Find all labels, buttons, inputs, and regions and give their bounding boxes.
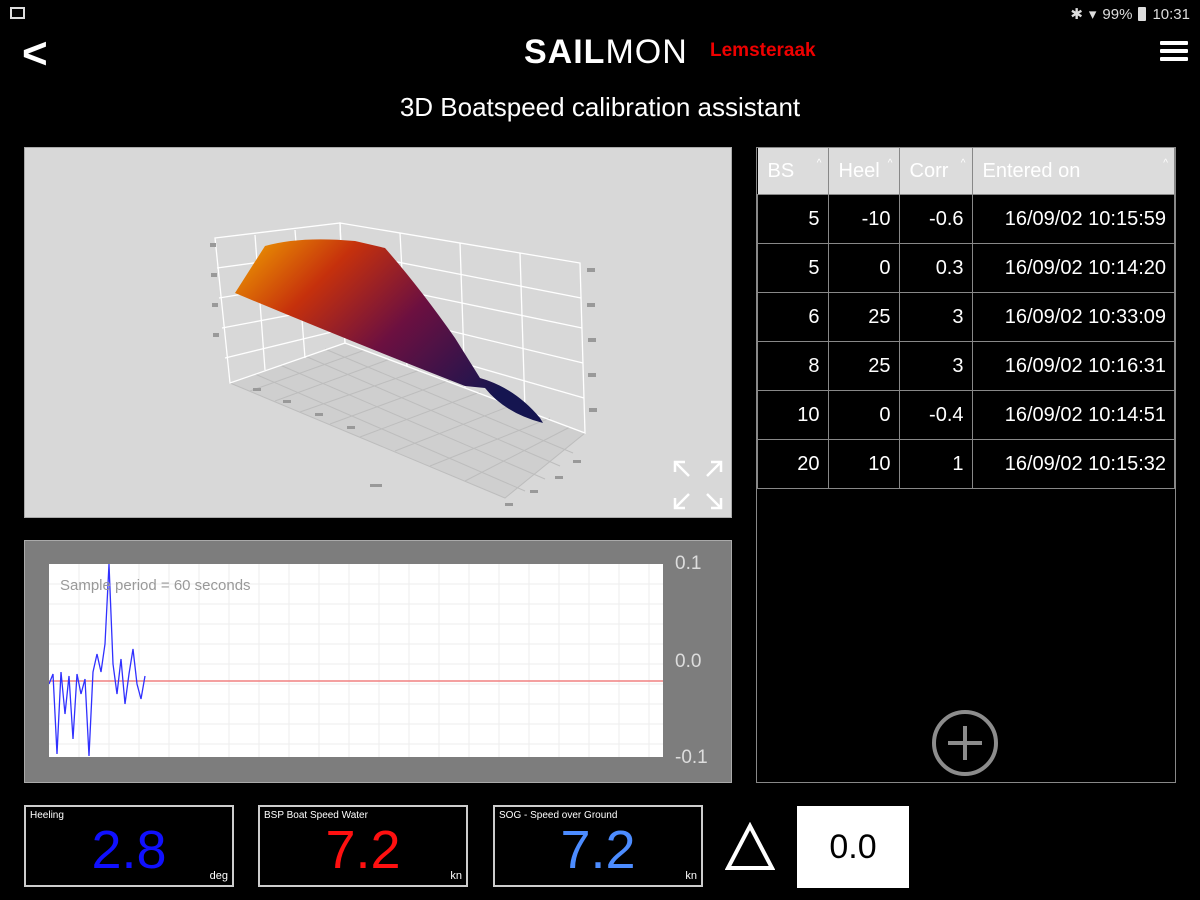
table-header-row: BS ^ Heel ^ Corr ^ Entered on ^: [757, 148, 1175, 195]
cell-heel: 25: [827, 341, 900, 391]
gauge-heeling[interactable]: Heeling 2.8 deg: [24, 805, 234, 887]
sample-period-label: Sample period = 60 seconds: [60, 577, 251, 594]
app-bar: < SAILMON Lemsteraak: [0, 30, 1200, 80]
table-row[interactable]: 20 10 1 16/09/02 10:15:32: [757, 439, 1175, 489]
cell-heel: -10: [827, 194, 900, 244]
logo-bold: SAIL: [524, 33, 606, 71]
y-tick-min: -0.1: [675, 747, 708, 768]
table-row[interactable]: 6 25 3 16/09/02 10:33:09: [757, 292, 1175, 342]
cell-entered-on: 16/09/02 10:14:51: [971, 390, 1175, 440]
cell-bs: 10: [757, 390, 829, 440]
page-title: 3D Boatspeed calibration assistant: [399, 92, 801, 122]
table-row[interactable]: 5 0 0.3 16/09/02 10:14:20: [757, 243, 1175, 293]
delta-value-box[interactable]: 0.0: [797, 806, 909, 888]
table-row[interactable]: 10 0 -0.4 16/09/02 10:14:51: [757, 390, 1175, 440]
column-header-entered-on[interactable]: Entered on ^: [972, 148, 1175, 195]
sample-graph-panel: Sample period = 60 seconds 0.1 0.0 -0.1: [24, 540, 732, 783]
cell-corr: 1: [898, 439, 973, 489]
gauge-boat-speed-water[interactable]: BSP Boat Speed Water 7.2 kn: [258, 805, 468, 887]
column-header-corr[interactable]: Corr ^: [899, 148, 973, 195]
cell-corr: 0.3: [898, 243, 973, 293]
wifi-icon: ▾: [1088, 6, 1097, 23]
cell-bs: 5: [757, 243, 829, 293]
cell-corr: 3: [898, 292, 973, 342]
3d-surface-svg: [210, 222, 597, 506]
delta-icon: [725, 822, 775, 870]
cell-bs: 8: [757, 341, 829, 391]
battery-percent: 99%: [1102, 5, 1133, 23]
cell-heel: 0: [827, 243, 900, 293]
gauge-unit: kn: [685, 870, 697, 882]
cell-bs: 6: [757, 292, 829, 342]
cell-heel: 25: [827, 292, 900, 342]
fullscreen-icon[interactable]: [671, 458, 725, 512]
logo-light: MON: [605, 33, 688, 71]
gauge-value: 7.2: [560, 820, 636, 880]
cell-entered-on: 16/09/02 10:33:09: [971, 292, 1175, 342]
status-bar: ✱ ▾ 99% 10:31: [0, 0, 1200, 30]
column-header-bs[interactable]: BS ^: [757, 148, 829, 195]
cell-heel: 10: [827, 439, 900, 489]
y-tick-mid: 0.0: [675, 651, 702, 672]
cell-corr: -0.6: [898, 194, 973, 244]
image-notification-icon: [10, 7, 25, 19]
cell-entered-on: 16/09/02 10:15:32: [971, 439, 1175, 489]
gauge-unit: kn: [450, 870, 462, 882]
cell-corr: 3: [898, 341, 973, 391]
gauge-speed-over-ground[interactable]: SOG - Speed over Ground 7.2 kn: [493, 805, 703, 887]
cell-bs: 20: [757, 439, 829, 489]
gauge-value: 2.8: [91, 820, 167, 880]
cell-entered-on: 16/09/02 10:15:59: [971, 194, 1175, 244]
boat-name: Lemsteraak: [710, 40, 816, 61]
cell-heel: 0: [827, 390, 900, 440]
status-right: ✱ ▾ 99% 10:31: [1070, 5, 1190, 24]
calibration-table: BS ^ Heel ^ Corr ^ Entered on ^ 5 -10 -0.6 1…: [757, 148, 1175, 489]
add-entry-button[interactable]: [932, 710, 998, 776]
cell-entered-on: 16/09/02 10:16:31: [971, 341, 1175, 391]
column-header-heel[interactable]: Heel ^: [828, 148, 900, 195]
menu-icon[interactable]: [1160, 41, 1188, 63]
gauge-unit: deg: [209, 870, 228, 882]
sailmon-logo: SAILMON: [524, 33, 688, 72]
back-button[interactable]: <: [22, 32, 48, 76]
cell-bs: 5: [757, 194, 829, 244]
y-tick-max: 0.1: [675, 553, 702, 574]
cell-corr: -0.4: [898, 390, 973, 440]
table-row[interactable]: 8 25 3 16/09/02 10:16:31: [757, 341, 1175, 391]
calibration-table-panel: BS ^ Heel ^ Corr ^ Entered on ^ 5 -10 -0.6 1…: [756, 147, 1176, 783]
clock: 10:31: [1152, 5, 1190, 23]
gauge-value: 7.2: [325, 820, 401, 880]
battery-icon: [1138, 7, 1147, 21]
bluetooth-icon: ✱: [1070, 6, 1083, 23]
calibration-3d-plot[interactable]: [24, 147, 732, 518]
table-row[interactable]: 5 -10 -0.6 16/09/02 10:15:59: [757, 194, 1175, 244]
cell-entered-on: 16/09/02 10:14:20: [971, 243, 1175, 293]
